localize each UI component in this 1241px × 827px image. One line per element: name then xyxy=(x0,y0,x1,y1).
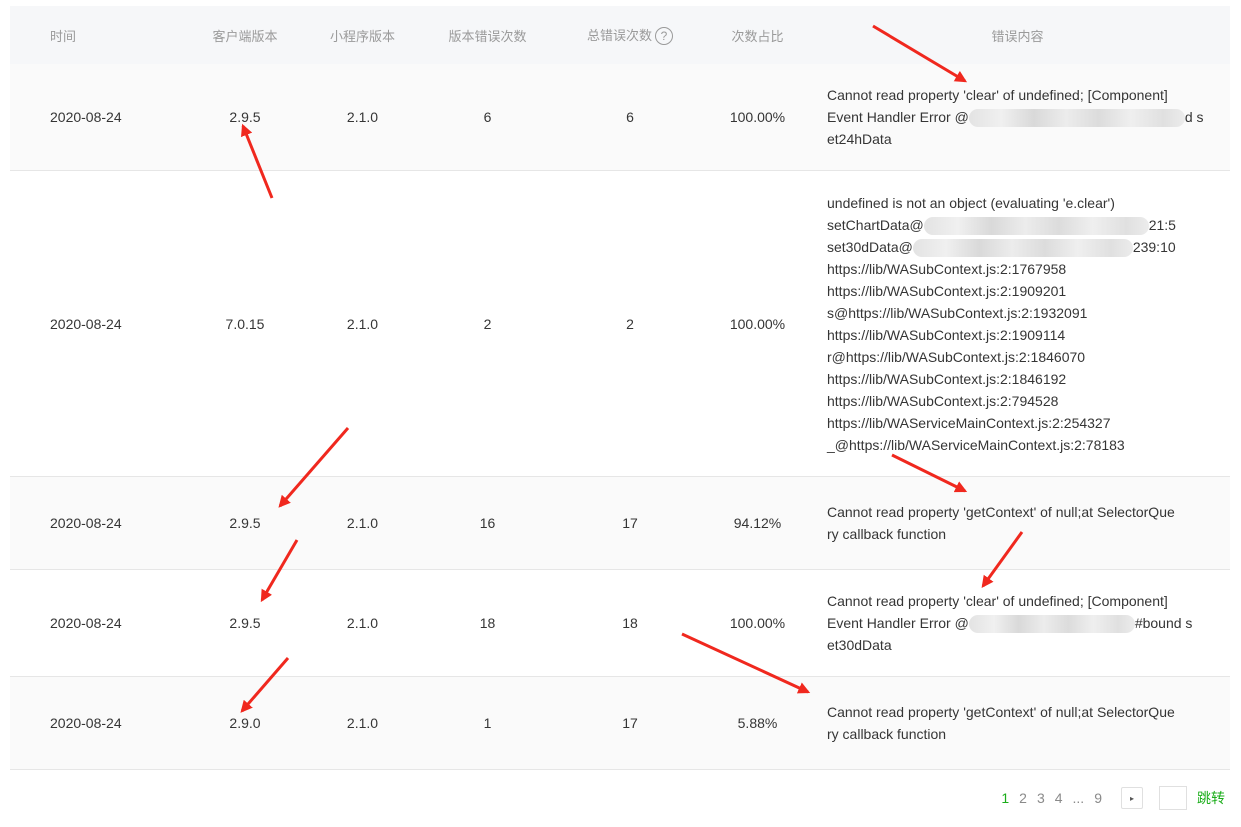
cell-error-content: Cannot read property 'getContext' of nul… xyxy=(805,501,1230,545)
error-text: d s xyxy=(1184,109,1204,125)
cell-ratio: 100.00% xyxy=(729,109,786,125)
cell-time: 2020-08-24 xyxy=(50,109,122,125)
table-row: 2020-08-24 2.9.5 2.1.0 16 17 94.12% Cann… xyxy=(10,477,1230,570)
redacted-blur xyxy=(923,216,1149,235)
error-line: undefined is not an object (evaluating '… xyxy=(827,194,1115,211)
error-line: https://lib/WASubContext.js:2:1909201 xyxy=(827,282,1067,299)
error-line: s@https://lib/WASubContext.js:2:1932091 xyxy=(827,304,1088,321)
page-link-2[interactable]: 2 xyxy=(1019,790,1027,806)
cell-ratio: 94.12% xyxy=(733,515,782,531)
pagination: 1 2 3 4 ... 9 ▸ 跳转 xyxy=(996,786,1225,810)
error-line: _@https://lib/WAServiceMainContext.js:2:… xyxy=(827,436,1125,453)
table-row: 2020-08-24 2.9.0 2.1.0 1 17 5.88% Cannot… xyxy=(10,677,1230,770)
error-line: r@https://lib/WASubContext.js:2:1846070 xyxy=(827,348,1086,365)
error-line: Event Handler Error @ #bound s xyxy=(827,612,1200,634)
error-line: Cannot read property 'getContext' of nul… xyxy=(827,704,1175,720)
cell-version-error-count: 18 xyxy=(479,615,496,631)
error-line: https://lib/WASubContext.js:2:1909114 xyxy=(827,326,1066,343)
cell-client-version: 7.0.15 xyxy=(225,315,265,332)
redacted-blur xyxy=(912,238,1133,257)
error-text: #bound s xyxy=(1134,615,1193,631)
cell-total-error-count: 17 xyxy=(622,715,638,731)
error-line: Event Handler Error @ d s xyxy=(827,106,1204,128)
cell-ratio: 5.88% xyxy=(737,715,778,731)
cell-time: 2020-08-24 xyxy=(50,315,122,332)
help-icon[interactable]: ? xyxy=(655,27,673,46)
page-link-1[interactable]: 1 xyxy=(1001,790,1009,806)
cell-miniprogram-version: 2.1.0 xyxy=(346,515,379,531)
col-header-time: 时间 xyxy=(50,28,77,44)
next-page-button[interactable]: ▸ xyxy=(1121,787,1143,809)
error-line: https://lib/WASubContext.js:2:1767958 xyxy=(827,260,1067,277)
col-header-total-error-count: 总错误次数? xyxy=(550,25,710,46)
error-line: ry callback function xyxy=(827,726,947,742)
table-row: 2020-08-24 2.9.5 2.1.0 6 6 100.00% Canno… xyxy=(10,64,1230,171)
col-header-miniprogram-version: 小程序版本 xyxy=(329,28,395,44)
cell-error-content: Cannot read property 'clear' of undefine… xyxy=(805,84,1230,150)
error-text: Event Handler Error @ xyxy=(827,615,969,631)
error-line: https://lib/WAServiceMainContext.js:2:25… xyxy=(827,414,1111,431)
error-line: setChartData@ 21:5 xyxy=(827,214,1200,236)
error-line: Cannot read property 'getContext' of nul… xyxy=(827,504,1175,520)
cell-version-error-count: 2 xyxy=(483,315,492,332)
table-header: 时间 客户端版本 小程序版本 版本错误次数 总错误次数? 次数占比 错误内容 xyxy=(10,6,1230,64)
page-link-9[interactable]: 9 xyxy=(1094,790,1102,806)
cell-miniprogram-version: 2.1.0 xyxy=(346,315,379,332)
table-row: 2020-08-24 7.0.15 2.1.0 2 2 100.00% unde… xyxy=(10,171,1230,477)
col-header-total-label: 总错误次数 xyxy=(586,27,652,43)
caret-right-icon: ▸ xyxy=(1129,793,1134,803)
error-line: Cannot read property 'clear' of undefine… xyxy=(827,87,1168,103)
page-link-4[interactable]: 4 xyxy=(1055,790,1063,806)
page-link-3[interactable]: 3 xyxy=(1037,790,1045,806)
cell-total-error-count: 2 xyxy=(626,315,634,332)
cell-version-error-count: 6 xyxy=(483,109,492,125)
cell-version-error-count: 16 xyxy=(479,515,496,531)
error-line: set30dData@ 239:10 xyxy=(827,236,1200,258)
cell-total-error-count: 17 xyxy=(622,515,638,531)
redacted-blur xyxy=(968,109,1185,128)
cell-miniprogram-version: 2.1.0 xyxy=(346,109,379,125)
error-text: setChartData@ xyxy=(827,216,924,233)
page: 时间 客户端版本 小程序版本 版本错误次数 总错误次数? 次数占比 错误内容 2… xyxy=(0,0,1241,827)
cell-error-content: undefined is not an object (evaluating '… xyxy=(805,192,1230,456)
cell-ratio: 100.00% xyxy=(729,615,786,631)
error-line: https://lib/WASubContext.js:2:794528 xyxy=(827,392,1059,409)
cell-error-content: Cannot read property 'getContext' of nul… xyxy=(805,701,1230,745)
table-row: 2020-08-24 2.9.5 2.1.0 18 18 100.00% Can… xyxy=(10,570,1230,677)
cell-client-version: 2.9.5 xyxy=(229,515,261,531)
cell-error-content: Cannot read property 'clear' of undefine… xyxy=(805,590,1230,656)
error-line: et30dData xyxy=(827,637,892,653)
error-line: https://lib/WASubContext.js:2:1846192 xyxy=(827,370,1067,387)
jump-button[interactable]: 跳转 xyxy=(1197,788,1225,808)
cell-miniprogram-version: 2.1.0 xyxy=(346,715,379,731)
error-line: Cannot read property 'clear' of undefine… xyxy=(827,593,1168,609)
col-header-version-error-count: 版本错误次数 xyxy=(448,28,527,44)
col-header-ratio: 次数占比 xyxy=(731,28,784,44)
error-line: et24hData xyxy=(827,131,892,147)
page-ellipsis: ... xyxy=(1072,790,1085,806)
cell-miniprogram-version: 2.1.0 xyxy=(346,615,379,631)
error-text: 239:10 xyxy=(1132,238,1176,255)
cell-client-version: 2.9.5 xyxy=(229,109,261,125)
cell-time: 2020-08-24 xyxy=(50,515,122,531)
cell-total-error-count: 18 xyxy=(622,615,638,631)
col-header-error-content: 错误内容 xyxy=(991,28,1044,44)
error-text: set30dData@ xyxy=(827,238,913,255)
cell-time: 2020-08-24 xyxy=(50,715,122,731)
cell-total-error-count: 6 xyxy=(626,109,634,125)
error-text: Event Handler Error @ xyxy=(827,109,969,125)
cell-ratio: 100.00% xyxy=(729,315,786,332)
cell-client-version: 2.9.0 xyxy=(229,715,261,731)
redacted-blur xyxy=(968,615,1135,634)
cell-time: 2020-08-24 xyxy=(50,615,122,631)
error-table: 时间 客户端版本 小程序版本 版本错误次数 总错误次数? 次数占比 错误内容 2… xyxy=(10,6,1230,770)
cell-client-version: 2.9.5 xyxy=(229,615,261,631)
page-jump-input[interactable] xyxy=(1159,786,1187,810)
cell-version-error-count: 1 xyxy=(483,715,492,731)
error-line: ry callback function xyxy=(827,526,947,542)
error-text: 21:5 xyxy=(1148,216,1176,233)
col-header-client-version: 客户端版本 xyxy=(212,28,278,44)
